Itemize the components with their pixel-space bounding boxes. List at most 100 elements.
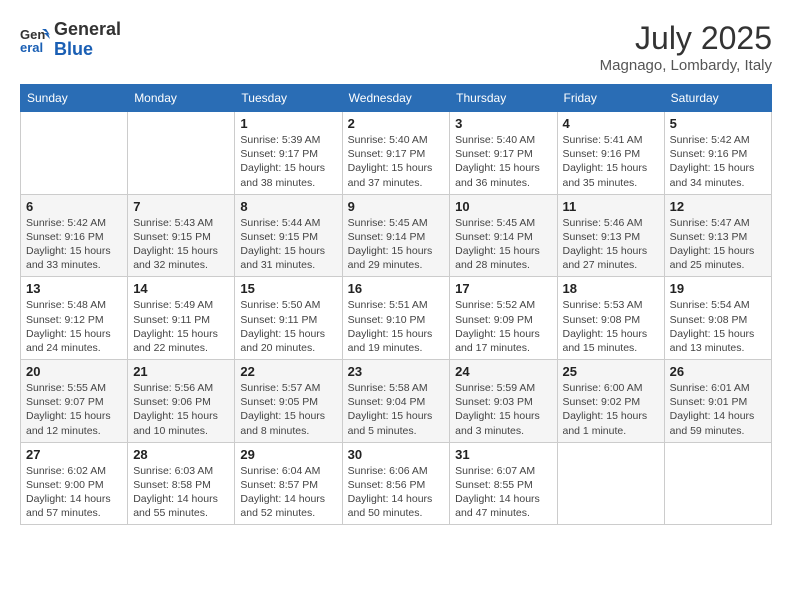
calendar-cell: 14 Sunrise: 5:49 AMSunset: 9:11 PMDayligh… bbox=[128, 277, 235, 360]
calendar-cell: 19 Sunrise: 5:54 AMSunset: 9:08 PMDayligh… bbox=[664, 277, 771, 360]
calendar-cell: 13 Sunrise: 5:48 AMSunset: 9:12 PMDayligh… bbox=[21, 277, 128, 360]
day-number: 18 bbox=[563, 281, 659, 296]
day-number: 19 bbox=[670, 281, 766, 296]
logo-text: General Blue bbox=[54, 20, 121, 60]
calendar-week-row: 6Sunrise: 5:42 AMSunset: 9:16 PMDaylight… bbox=[21, 194, 772, 277]
day-number: 7 bbox=[133, 199, 229, 214]
weekday-header: Tuesday bbox=[235, 85, 342, 112]
weekday-header: Wednesday bbox=[342, 85, 450, 112]
day-number: 8 bbox=[240, 199, 336, 214]
calendar-cell: 29Sunrise: 6:04 AMSunset: 8:57 PMDayligh… bbox=[235, 442, 342, 525]
calendar-cell: 3 Sunrise: 5:40 AMSunset: 9:17 PMDaylight… bbox=[450, 112, 557, 195]
day-number: 5 bbox=[670, 116, 766, 131]
calendar-cell: 15 Sunrise: 5:50 AMSunset: 9:11 PMDayligh… bbox=[235, 277, 342, 360]
weekday-header-row: SundayMondayTuesdayWednesdayThursdayFrid… bbox=[21, 85, 772, 112]
logo-icon: Gen eral bbox=[20, 25, 50, 55]
day-info: Sunrise: 5:43 AMSunset: 9:15 PMDaylight:… bbox=[133, 216, 229, 273]
logo: Gen eral General Blue bbox=[20, 20, 121, 60]
day-info: Sunrise: 5:54 AMSunset: 9:08 PMDaylight:… bbox=[670, 298, 766, 355]
calendar-cell: 10 Sunrise: 5:45 AMSunset: 9:14 PMDayligh… bbox=[450, 194, 557, 277]
day-number: 31 bbox=[455, 447, 551, 462]
day-number: 10 bbox=[455, 199, 551, 214]
day-number: 12 bbox=[670, 199, 766, 214]
calendar-week-row: 27Sunrise: 6:02 AMSunset: 9:00 PMDayligh… bbox=[21, 442, 772, 525]
day-number: 17 bbox=[455, 281, 551, 296]
day-info: Sunrise: 5:48 AMSunset: 9:12 PMDaylight:… bbox=[26, 298, 122, 355]
calendar-cell: 28 Sunrise: 6:03 AMSunset: 8:58 PMDayligh… bbox=[128, 442, 235, 525]
day-number: 29 bbox=[240, 447, 336, 462]
day-info: Sunrise: 5:57 AMSunset: 9:05 PMDaylight:… bbox=[240, 381, 336, 438]
calendar-cell: 20 Sunrise: 5:55 AMSunset: 9:07 PMDayligh… bbox=[21, 360, 128, 443]
day-info: Sunrise: 6:01 AMSunset: 9:01 PMDaylight:… bbox=[670, 381, 766, 438]
day-info: Sunrise: 5:40 AMSunset: 9:17 PMDaylight:… bbox=[348, 133, 445, 190]
calendar-cell: 5 Sunrise: 5:42 AMSunset: 9:16 PMDaylight… bbox=[664, 112, 771, 195]
calendar-table: SundayMondayTuesdayWednesdayThursdayFrid… bbox=[20, 84, 772, 525]
day-info: Sunrise: 6:03 AMSunset: 8:58 PMDaylight:… bbox=[133, 464, 229, 521]
calendar-cell: 25 Sunrise: 6:00 AMSunset: 9:02 PMDayligh… bbox=[557, 360, 664, 443]
day-info: Sunrise: 5:40 AMSunset: 9:17 PMDaylight:… bbox=[455, 133, 551, 190]
day-info: Sunrise: 6:00 AMSunset: 9:02 PMDaylight:… bbox=[563, 381, 659, 438]
day-number: 20 bbox=[26, 364, 122, 379]
day-number: 2 bbox=[348, 116, 445, 131]
calendar-cell: 2 Sunrise: 5:40 AMSunset: 9:17 PMDaylight… bbox=[342, 112, 450, 195]
day-info: Sunrise: 5:45 AMSunset: 9:14 PMDaylight:… bbox=[455, 216, 551, 273]
calendar-cell: 8 Sunrise: 5:44 AMSunset: 9:15 PMDaylight… bbox=[235, 194, 342, 277]
day-number: 24 bbox=[455, 364, 551, 379]
calendar-week-row: 13 Sunrise: 5:48 AMSunset: 9:12 PMDayligh… bbox=[21, 277, 772, 360]
calendar-cell: 9 Sunrise: 5:45 AMSunset: 9:14 PMDaylight… bbox=[342, 194, 450, 277]
day-info: Sunrise: 5:47 AMSunset: 9:13 PMDaylight:… bbox=[670, 216, 766, 273]
weekday-header: Friday bbox=[557, 85, 664, 112]
calendar-cell: 18 Sunrise: 5:53 AMSunset: 9:08 PMDayligh… bbox=[557, 277, 664, 360]
day-number: 6 bbox=[26, 199, 122, 214]
calendar-cell: 24 Sunrise: 5:59 AMSunset: 9:03 PMDayligh… bbox=[450, 360, 557, 443]
day-info: Sunrise: 5:42 AMSunset: 9:16 PMDaylight:… bbox=[670, 133, 766, 190]
day-number: 4 bbox=[563, 116, 659, 131]
day-info: Sunrise: 5:56 AMSunset: 9:06 PMDaylight:… bbox=[133, 381, 229, 438]
day-number: 11 bbox=[563, 199, 659, 214]
day-number: 21 bbox=[133, 364, 229, 379]
location: Magnago, Lombardy, Italy bbox=[600, 57, 772, 74]
day-number: 22 bbox=[240, 364, 336, 379]
calendar-cell: 11 Sunrise: 5:46 AMSunset: 9:13 PMDayligh… bbox=[557, 194, 664, 277]
day-info: Sunrise: 5:39 AMSunset: 9:17 PMDaylight:… bbox=[240, 133, 336, 190]
weekday-header: Saturday bbox=[664, 85, 771, 112]
day-info: Sunrise: 5:53 AMSunset: 9:08 PMDaylight:… bbox=[563, 298, 659, 355]
svg-text:eral: eral bbox=[20, 40, 43, 55]
weekday-header: Sunday bbox=[21, 85, 128, 112]
day-info: Sunrise: 6:06 AMSunset: 8:56 PMDaylight:… bbox=[348, 464, 445, 521]
day-info: Sunrise: 6:07 AMSunset: 8:55 PMDaylight:… bbox=[455, 464, 551, 521]
day-info: Sunrise: 5:49 AMSunset: 9:11 PMDaylight:… bbox=[133, 298, 229, 355]
calendar-cell: 7 Sunrise: 5:43 AMSunset: 9:15 PMDaylight… bbox=[128, 194, 235, 277]
month-title: July 2025 bbox=[600, 20, 772, 57]
day-info: Sunrise: 5:44 AMSunset: 9:15 PMDaylight:… bbox=[240, 216, 336, 273]
day-number: 28 bbox=[133, 447, 229, 462]
calendar-cell: 12 Sunrise: 5:47 AMSunset: 9:13 PMDayligh… bbox=[664, 194, 771, 277]
calendar-cell: 22 Sunrise: 5:57 AMSunset: 9:05 PMDayligh… bbox=[235, 360, 342, 443]
calendar-cell bbox=[664, 442, 771, 525]
calendar-cell: 30Sunrise: 6:06 AMSunset: 8:56 PMDayligh… bbox=[342, 442, 450, 525]
day-info: Sunrise: 5:41 AMSunset: 9:16 PMDaylight:… bbox=[563, 133, 659, 190]
day-number: 23 bbox=[348, 364, 445, 379]
calendar-cell: 6Sunrise: 5:42 AMSunset: 9:16 PMDaylight… bbox=[21, 194, 128, 277]
day-info: Sunrise: 5:46 AMSunset: 9:13 PMDaylight:… bbox=[563, 216, 659, 273]
day-number: 15 bbox=[240, 281, 336, 296]
calendar-cell: 26Sunrise: 6:01 AMSunset: 9:01 PMDayligh… bbox=[664, 360, 771, 443]
day-number: 13 bbox=[26, 281, 122, 296]
calendar-cell: 27Sunrise: 6:02 AMSunset: 9:00 PMDayligh… bbox=[21, 442, 128, 525]
day-info: Sunrise: 5:45 AMSunset: 9:14 PMDaylight:… bbox=[348, 216, 445, 273]
weekday-header: Monday bbox=[128, 85, 235, 112]
day-number: 3 bbox=[455, 116, 551, 131]
day-number: 9 bbox=[348, 199, 445, 214]
day-info: Sunrise: 5:50 AMSunset: 9:11 PMDaylight:… bbox=[240, 298, 336, 355]
calendar-cell bbox=[557, 442, 664, 525]
day-info: Sunrise: 5:59 AMSunset: 9:03 PMDaylight:… bbox=[455, 381, 551, 438]
page-header: Gen eral General Blue July 2025 Magnago,… bbox=[20, 20, 772, 74]
calendar-week-row: 1Sunrise: 5:39 AMSunset: 9:17 PMDaylight… bbox=[21, 112, 772, 195]
day-info: Sunrise: 5:55 AMSunset: 9:07 PMDaylight:… bbox=[26, 381, 122, 438]
day-number: 25 bbox=[563, 364, 659, 379]
day-number: 14 bbox=[133, 281, 229, 296]
day-info: Sunrise: 6:02 AMSunset: 9:00 PMDaylight:… bbox=[26, 464, 122, 521]
calendar-cell: 16Sunrise: 5:51 AMSunset: 9:10 PMDayligh… bbox=[342, 277, 450, 360]
calendar-week-row: 20 Sunrise: 5:55 AMSunset: 9:07 PMDayligh… bbox=[21, 360, 772, 443]
day-number: 16 bbox=[348, 281, 445, 296]
